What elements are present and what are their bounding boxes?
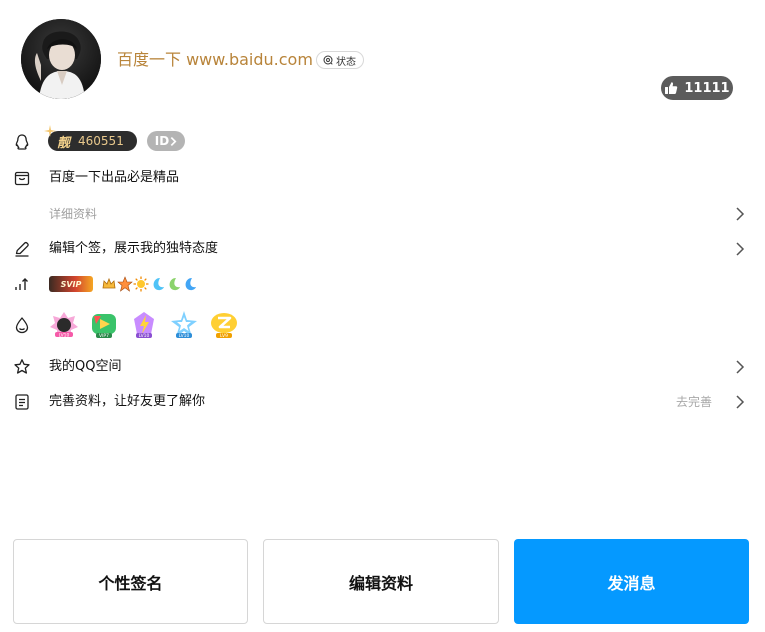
chevron-right-icon (733, 359, 747, 375)
vip-medal-row[interactable]: SVIP (0, 269, 765, 299)
level-medal-icon: LV10 (129, 310, 159, 340)
status-label: 状态 (336, 56, 356, 68)
vip-medal-strip[interactable]: SVIP (49, 274, 197, 294)
level-medal-icon: LV9 (209, 310, 239, 340)
star-medal-icon (117, 276, 133, 292)
chevron-right-icon (170, 136, 177, 146)
pretty-number-symbol: 靓 (57, 135, 71, 151)
level-medal-label: LV9 (220, 333, 228, 339)
sun-medal-icon (133, 276, 149, 292)
water-drop-icon (13, 316, 31, 334)
chevron-right-icon (733, 241, 747, 257)
chevron-right-icon (733, 206, 747, 222)
shop-text: 百度一下出品必是精品 (49, 170, 180, 185)
status-icon (323, 55, 333, 65)
sparkle-icon (44, 125, 56, 137)
complete-profile-row[interactable]: 完善资料，让好友更了解你 去完善 (0, 387, 765, 417)
qzone-row[interactable]: 我的QQ空间 (0, 352, 765, 382)
level-medal-label: LV10 (59, 332, 70, 338)
status-button[interactable]: 状态 (316, 51, 364, 69)
qq-number: 460551 (78, 134, 124, 148)
level-medal-icon: VIP7 (89, 310, 119, 340)
like-count: 11111 (684, 80, 730, 96)
signature-text: 编辑个签，展示我的独特态度 (49, 241, 219, 256)
shopping-bag-icon (13, 169, 31, 187)
level-medal-row[interactable]: LV10 VIP7 LV10 LV10 LV9 (0, 310, 765, 340)
id-badge-label: ID (154, 134, 170, 148)
qq-number-badge[interactable]: 靓 460551 (44, 125, 137, 151)
id-badge[interactable]: ID (147, 131, 185, 151)
qzone-text: 我的QQ空间 (49, 359, 122, 374)
crown-medal-icon (101, 276, 117, 292)
level-medal-strip[interactable]: LV10 VIP7 LV10 LV10 LV9 (49, 310, 239, 340)
edit-profile-button[interactable]: 编辑资料 (263, 539, 499, 624)
like-button[interactable]: 11111 (661, 76, 733, 100)
thumbs-up-icon (665, 82, 678, 94)
qq-number-row: 靓 460551 ID (0, 125, 765, 157)
signature-button[interactable]: 个性签名 (13, 539, 248, 624)
profile-page: 百度一下 www.baidu.com 状态 11111 靓 460551 ID … (0, 0, 765, 632)
moon-medal-icon (149, 276, 165, 292)
complete-profile-text: 完善资料，让好友更了解你 (49, 394, 206, 409)
details-label: 详细资料 (49, 207, 98, 221)
complete-profile-action[interactable]: 去完善 (676, 393, 712, 411)
level-medal-label: LV10 (139, 333, 150, 339)
svip-badge: SVIP (49, 276, 93, 292)
level-medal-icon: LV10 (49, 310, 79, 340)
pencil-icon (13, 240, 31, 258)
signature-row[interactable]: 编辑个签，展示我的独特态度 (0, 234, 765, 264)
send-message-button[interactable]: 发消息 (514, 539, 749, 624)
nickname[interactable]: 百度一下 www.baidu.com (117, 49, 313, 71)
details-row[interactable]: 详细资料 (0, 199, 765, 229)
star-icon (13, 358, 31, 376)
shop-row[interactable]: 百度一下出品必是精品 (0, 163, 765, 193)
level-medal-icon: LV10 (169, 310, 199, 340)
moon-medal-icon (165, 276, 181, 292)
moon-medal-icon (181, 276, 197, 292)
level-medal-label: VIP7 (99, 333, 109, 339)
document-icon (13, 393, 31, 411)
penguin-icon (13, 133, 31, 151)
growth-arrow-icon (13, 275, 31, 293)
level-medal-label: LV10 (179, 333, 190, 339)
chevron-right-icon (733, 394, 747, 410)
avatar[interactable] (21, 19, 101, 99)
